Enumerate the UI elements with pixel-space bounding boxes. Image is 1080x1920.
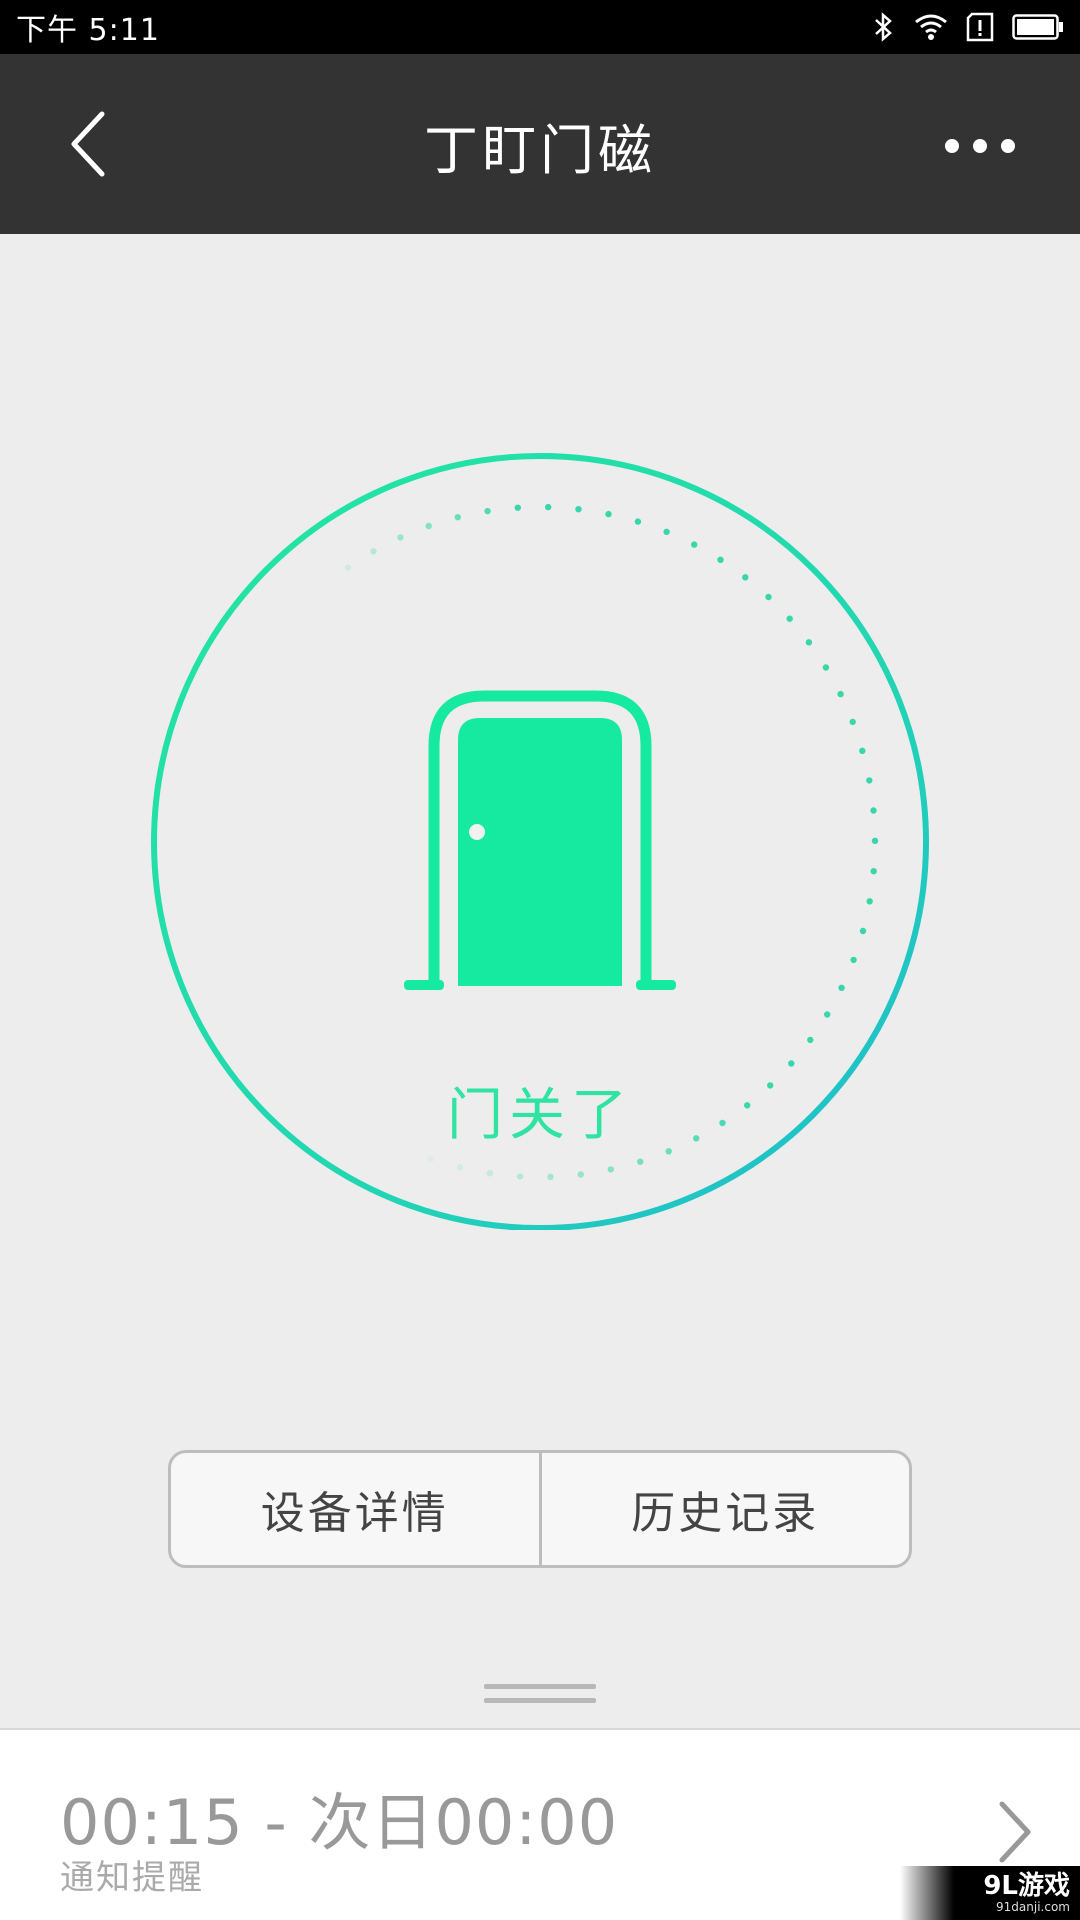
door-icon [404, 690, 676, 990]
watermark: 9L游戏 91danji.com [900, 1866, 1080, 1920]
progress-dot [850, 956, 857, 964]
progress-dot [870, 868, 877, 875]
progress-dot [691, 541, 698, 548]
progress-dot [575, 506, 582, 513]
progress-dot [545, 503, 552, 511]
progress-dot [370, 548, 377, 555]
progress-dot [454, 514, 461, 521]
progress-dot [837, 690, 844, 698]
watermark-logo: 9L游戏 [983, 1871, 1070, 1901]
progress-dot [607, 1166, 614, 1173]
progress-dot [859, 747, 866, 754]
progress-dot [765, 593, 772, 601]
alert-icon [966, 12, 994, 42]
progress-dot [788, 1060, 795, 1067]
screen: 下午 5:11 丁盯门磁 门关了 设备详情 历史记录 00:15 - 次日00:… [0, 0, 1080, 1920]
progress-dot [547, 1173, 554, 1180]
progress-dot [484, 507, 491, 515]
progress-dot [807, 1036, 814, 1044]
progress-dot [717, 556, 724, 563]
progress-dot [634, 518, 642, 525]
status-time: 下午 5:11 [16, 13, 160, 48]
more-dots-icon [945, 139, 1015, 153]
drag-handle-line [484, 1684, 596, 1689]
more-button[interactable] [940, 124, 1020, 168]
watermark-url: 91danji.com [996, 1900, 1070, 1914]
chevron-right-icon [999, 1801, 1031, 1863]
progress-dot [486, 1170, 494, 1177]
page-title: 丁盯门磁 [424, 119, 656, 182]
progress-dot [663, 528, 670, 535]
history-button[interactable]: 历史记录 [538, 1453, 910, 1565]
progress-dot [838, 984, 845, 991]
progress-dot [397, 534, 404, 541]
wifi-icon [915, 14, 947, 40]
progress-dot [427, 1155, 435, 1162]
status-icons [872, 11, 1064, 43]
progress-dot [516, 1173, 524, 1180]
action-button-group: 设备详情 历史记录 [168, 1450, 912, 1568]
progress-dot [870, 807, 877, 814]
door-state-label: 门关了 [447, 1083, 633, 1148]
drag-handle-line [484, 1698, 596, 1703]
progress-dot [859, 927, 867, 935]
battery-icon [1012, 14, 1063, 40]
device-details-button[interactable]: 设备详情 [171, 1453, 539, 1565]
progress-dot [824, 1011, 831, 1018]
progress-dot [805, 639, 813, 646]
progress-dot [871, 837, 879, 844]
notification-label: 通知提醒 [60, 1858, 204, 1898]
progress-dot [866, 898, 873, 905]
progress-dot [822, 664, 830, 671]
bluetooth-icon [875, 12, 892, 42]
progress-dot [577, 1171, 584, 1178]
progress-dot [786, 615, 793, 622]
progress-dot [605, 510, 612, 518]
progress-dot [425, 522, 432, 530]
notification-time-range: 00:15 - 次日00:00 [60, 1786, 619, 1859]
drag-handle[interactable] [484, 1684, 596, 1714]
progress-dot [849, 718, 856, 726]
progress-dot [344, 564, 352, 571]
progress-dot [456, 1164, 464, 1171]
status-bar: 下午 5:11 [0, 0, 1080, 54]
nav-bar: 丁盯门磁 [0, 54, 1080, 234]
progress-dot [637, 1158, 644, 1165]
progress-dot [742, 574, 749, 581]
progress-dot [514, 504, 521, 511]
progress-dot [866, 777, 873, 784]
